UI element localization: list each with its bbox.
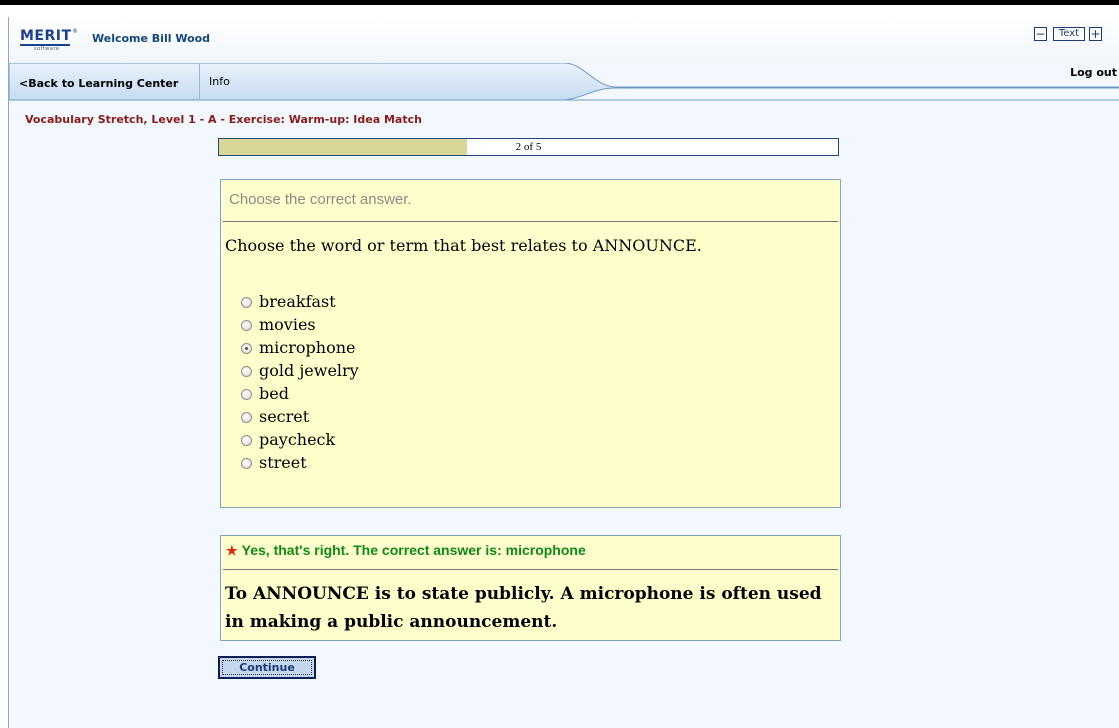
tab-info[interactable]: Info <box>199 63 246 100</box>
answer-option-label: breakfast <box>259 292 336 311</box>
header: MERIT ® software Welcome Bill Wood − Tex… <box>9 17 1119 63</box>
exercise-breadcrumb: Vocabulary Stretch, Level 1 - A - Exerci… <box>25 113 422 126</box>
star-icon: ★ <box>226 543 238 558</box>
merit-logo: MERIT ® software <box>20 28 78 54</box>
text-size-controls: − Text + <box>1034 27 1116 43</box>
answer-option-label: street <box>259 453 307 472</box>
radio-button[interactable] <box>241 435 252 446</box>
radio-button[interactable] <box>241 366 252 377</box>
feedback-explanation: To ANNOUNCE is to state publicly. A micr… <box>225 584 822 632</box>
top-border <box>0 0 1119 5</box>
welcome-message: Welcome Bill Wood <box>92 32 211 45</box>
answer-option-label: microphone <box>259 338 356 357</box>
question-panel: Choose the correct answer. Choose the wo… <box>220 179 841 508</box>
radio-button[interactable] <box>241 297 252 308</box>
increase-text-button[interactable]: + <box>1089 27 1102 41</box>
radio-button[interactable] <box>241 412 252 423</box>
question-prompt: Choose the word or term that best relate… <box>225 236 702 255</box>
continue-button[interactable]: Continue <box>218 656 316 679</box>
answer-option-label: secret <box>259 407 310 426</box>
answer-option-label: movies <box>259 315 316 334</box>
text-size-label: Text <box>1053 27 1085 41</box>
focus-ring <box>222 660 312 675</box>
back-to-learning-center-link[interactable]: <Back to Learning Center <box>19 77 178 90</box>
decrease-text-button[interactable]: − <box>1034 27 1047 41</box>
progress-bar: 2 of 5 <box>218 138 839 156</box>
answer-option-label: bed <box>259 384 289 403</box>
divider <box>223 221 838 222</box>
feedback-heading-text: Yes, that's right. The correct answer is… <box>241 542 586 558</box>
feedback-heading: ★ Yes, that's right. The correct answer i… <box>226 542 586 559</box>
radio-button[interactable] <box>241 320 252 331</box>
logo-text: MERIT <box>20 28 72 44</box>
trademark-mark: ® <box>72 28 78 35</box>
divider <box>223 569 838 570</box>
logo-subtext: software <box>34 46 60 52</box>
answer-option-label: gold jewelry <box>259 361 359 380</box>
logout-link[interactable]: Log out <box>1070 66 1117 79</box>
progress-label: 2 of 5 <box>515 141 542 153</box>
answer-option-label: paycheck <box>259 430 336 449</box>
instruction-text: Choose the correct answer. <box>229 191 412 208</box>
radio-button[interactable] <box>241 343 252 354</box>
app-frame: MERIT ® software Welcome Bill Wood − Tex… <box>8 17 1119 728</box>
navigation-bar: <Back to Learning Center Info Log out <box>9 63 1119 101</box>
tab-info-label: Info <box>209 75 230 88</box>
radio-button[interactable] <box>241 458 252 469</box>
feedback-panel: ★ Yes, that's right. The correct answer i… <box>220 535 841 641</box>
radio-button[interactable] <box>241 389 252 400</box>
